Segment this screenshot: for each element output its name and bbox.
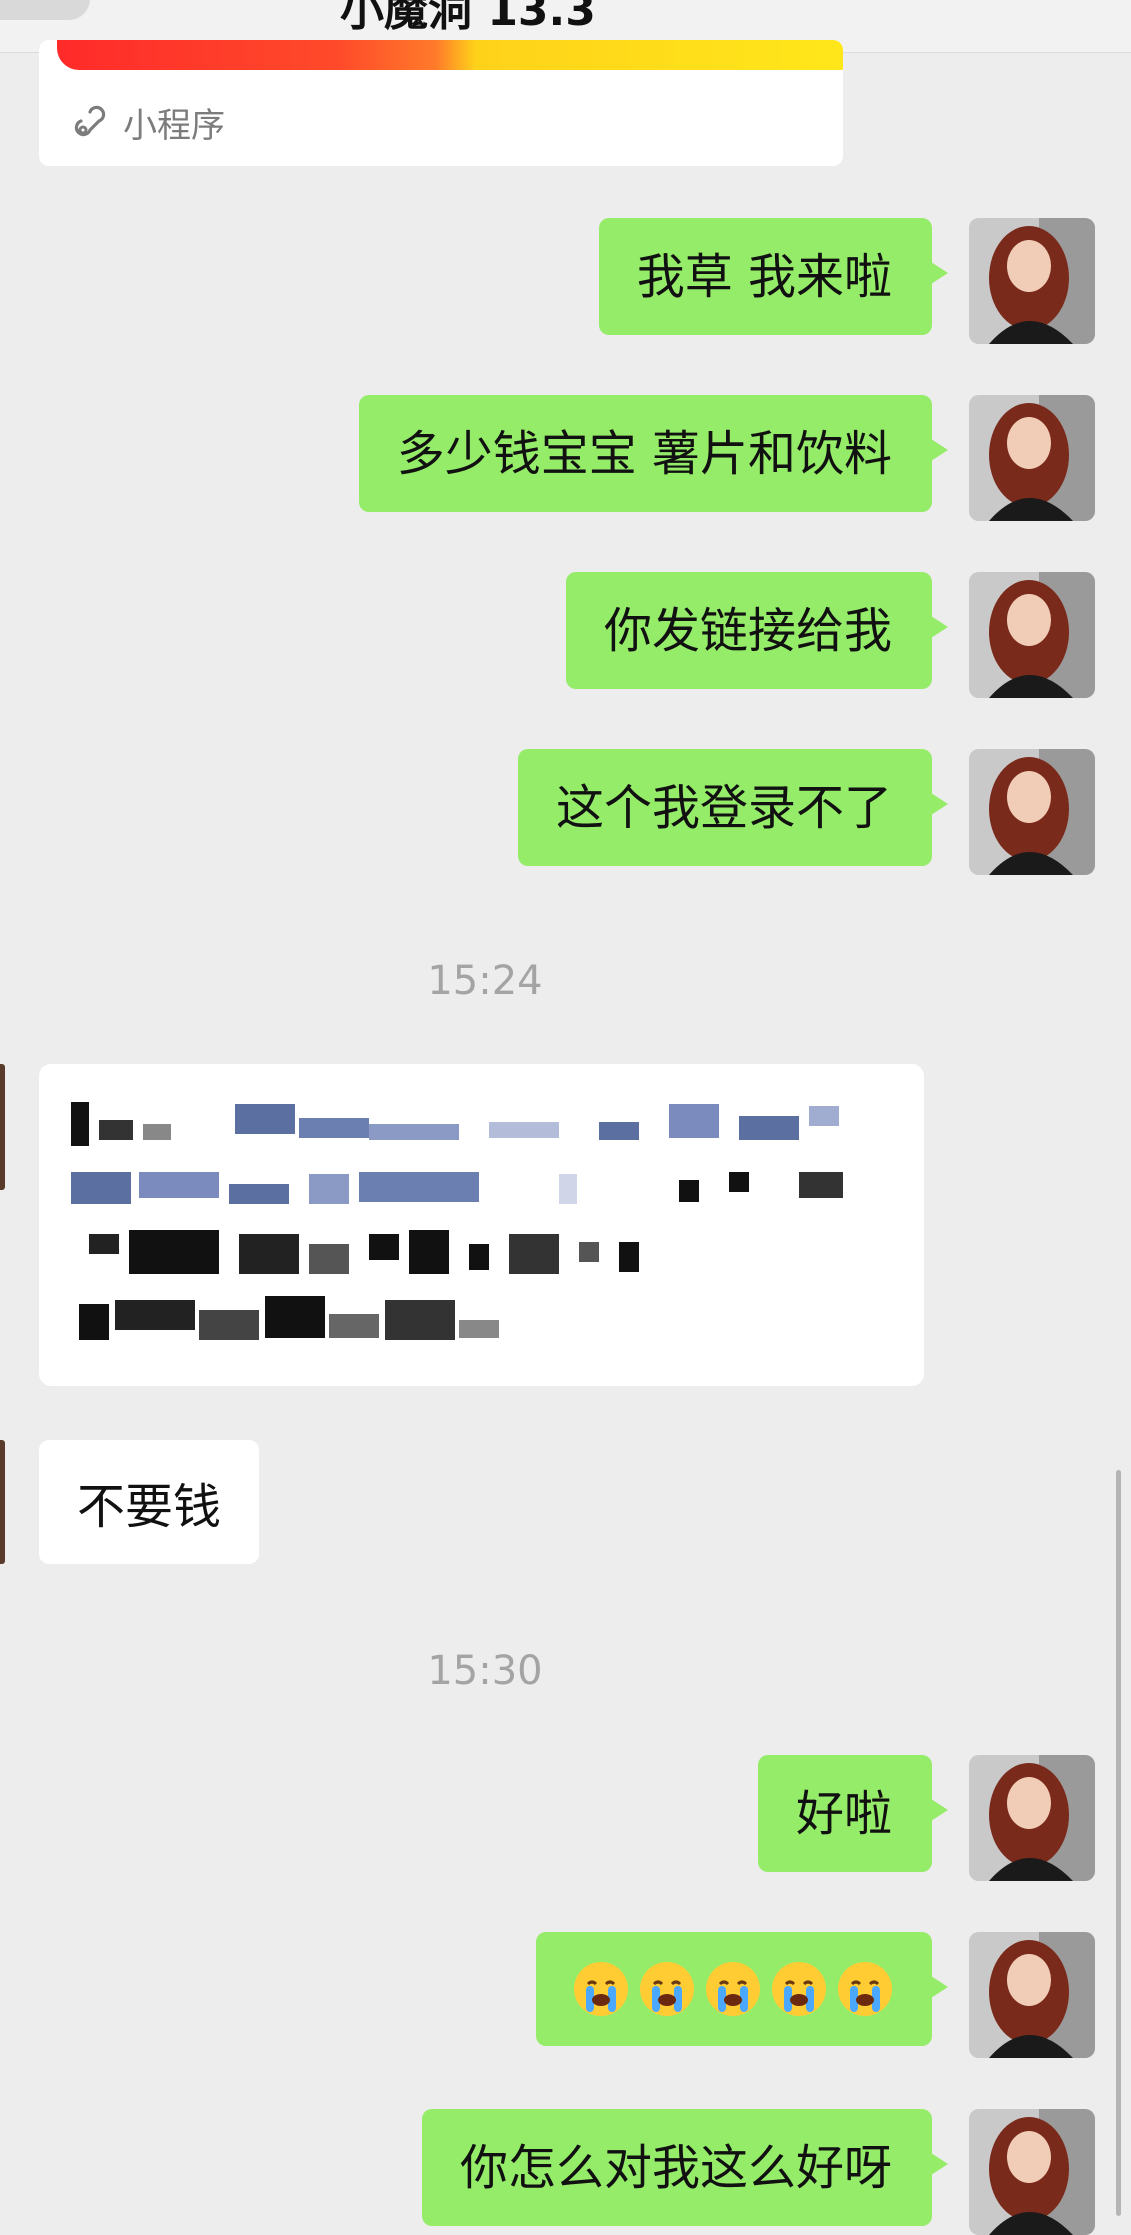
emoji-message-bubble[interactable] — [536, 1932, 948, 2046]
message-bubble[interactable]: 不要钱 — [39, 1440, 260, 1564]
message-bubble[interactable]: 好啦 — [757, 1755, 949, 1872]
emoji-row — [572, 1960, 894, 2018]
message-bubble[interactable]: 多少钱宝宝 薯片和饮料 — [358, 395, 949, 512]
other-avatar[interactable] — [0, 1064, 5, 1190]
avatar[interactable] — [969, 218, 1095, 344]
avatar[interactable] — [969, 2109, 1095, 2235]
message-row — [536, 1932, 1095, 2058]
message-bubble[interactable]: 这个我登录不了 — [517, 749, 949, 866]
avatar[interactable] — [969, 395, 1095, 521]
message-bubble[interactable]: 你发链接给我 — [565, 572, 949, 689]
loudly-crying-face-icon — [706, 1962, 760, 2016]
chat-title: 小魔洞 13.3 — [340, 0, 596, 36]
back-button[interactable] — [0, 0, 90, 20]
message-row: 好啦 — [757, 1755, 1095, 1881]
message-text: 不要钱 — [77, 1479, 222, 1535]
mini-program-preview — [57, 40, 843, 70]
message-row: 多少钱宝宝 薯片和饮料 — [358, 395, 1095, 521]
loudly-crying-face-icon — [640, 1962, 694, 2016]
avatar[interactable] — [969, 749, 1095, 875]
redacted-link-text — [71, 1102, 843, 1340]
link-icon — [71, 104, 109, 142]
message-row: 你发链接给我 — [565, 572, 1095, 698]
mini-program-card[interactable]: 小程序 — [39, 40, 843, 166]
loudly-crying-face-icon — [772, 1962, 826, 2016]
other-avatar[interactable] — [0, 1440, 5, 1564]
message-bubble[interactable]: 我草 我来啦 — [598, 218, 949, 335]
loudly-crying-face-icon — [838, 1962, 892, 2016]
mini-program-label: 小程序 — [123, 106, 225, 146]
link-message-bubble[interactable] — [39, 1064, 924, 1386]
timestamp: 15:24 — [427, 958, 543, 1004]
loudly-crying-face-icon — [574, 1962, 628, 2016]
mini-program-footer: 小程序 — [71, 98, 225, 147]
avatar[interactable] — [969, 1755, 1095, 1881]
message-bubble[interactable]: 你怎么对我这么好呀 — [421, 2109, 949, 2226]
timestamp: 15:30 — [427, 1648, 543, 1694]
scrollbar[interactable] — [1116, 1470, 1121, 2216]
message-row: 我草 我来啦 — [598, 218, 1095, 344]
message-row: 你怎么对我这么好呀 — [421, 2109, 1095, 2235]
avatar[interactable] — [969, 1932, 1095, 2058]
avatar[interactable] — [969, 572, 1095, 698]
message-row: 这个我登录不了 — [517, 749, 1095, 875]
